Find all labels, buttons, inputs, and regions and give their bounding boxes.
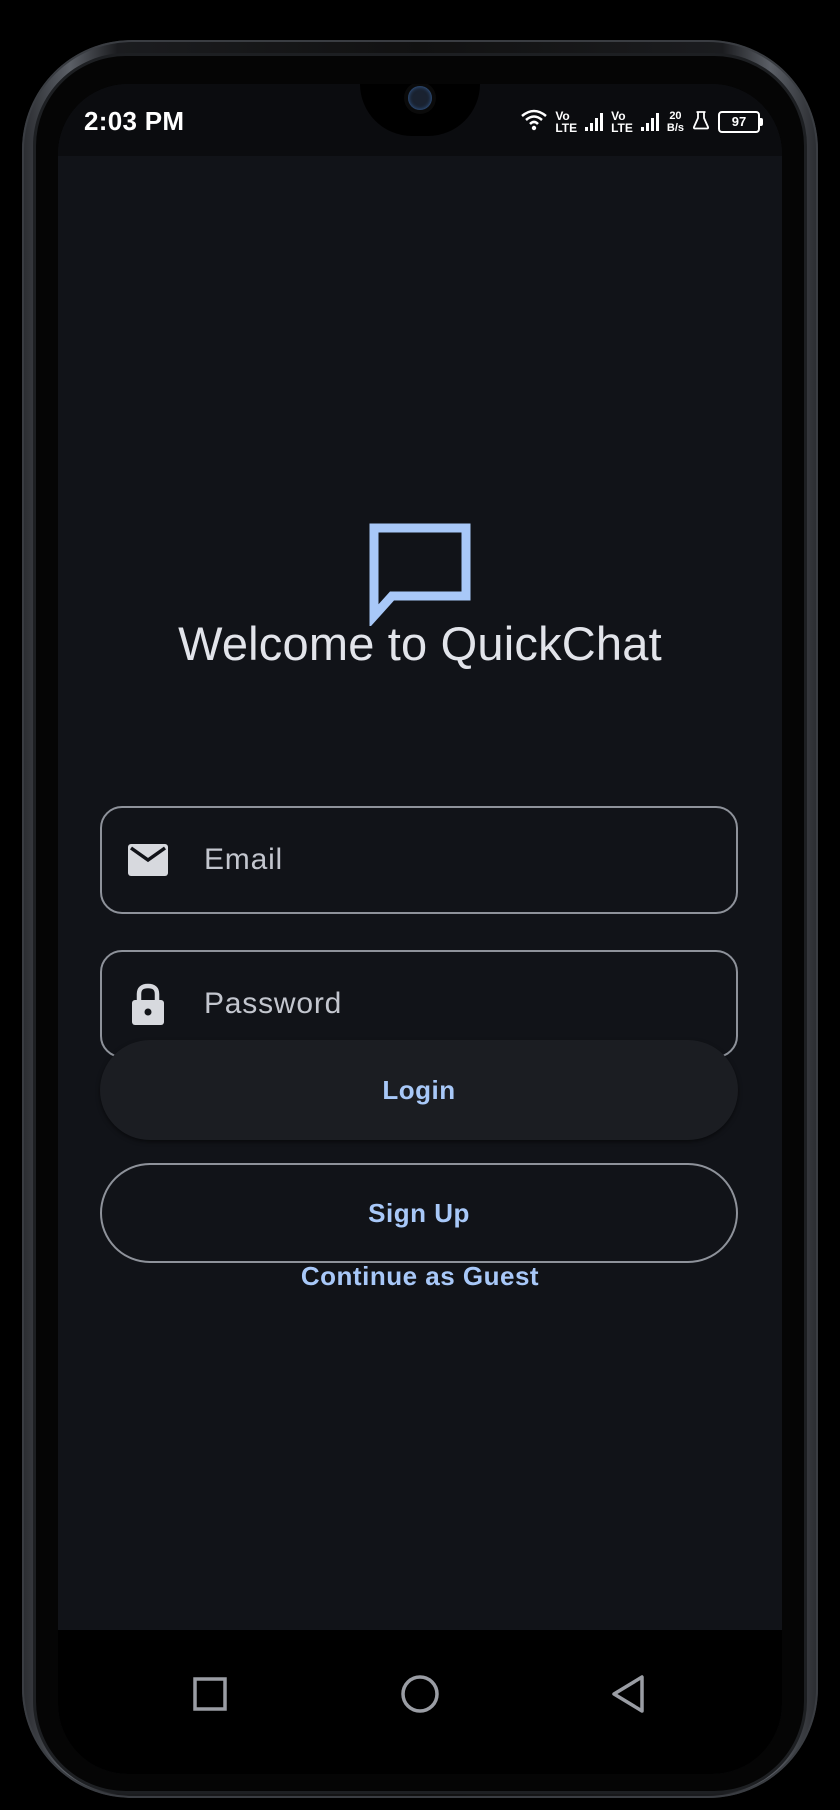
sim2-signal-icon [640,113,659,131]
back-triangle-icon [612,1675,644,1713]
network-speed: 20 B/s [666,110,684,134]
email-input[interactable] [202,842,686,878]
home-button[interactable] [396,1670,444,1718]
navigation-bar [58,1630,782,1774]
sim1-volte-label: Vo LTE [555,109,578,135]
welcome-title: Welcome to QuickChat [178,617,662,670]
status-time: 2:03 PM [84,106,185,136]
sim1-signal-icon [585,113,604,131]
circle-icon [401,1675,439,1713]
lock-icon [128,983,168,1025]
login-button[interactable]: Login [100,1040,738,1140]
square-icon [193,1677,227,1711]
flask-icon [692,110,710,135]
battery-icon: 97 [718,111,763,133]
back-button[interactable] [604,1670,652,1718]
camera-icon [408,86,432,110]
camera-notch [360,84,480,136]
status-bar: 2:03 PM Vo LTE Vo LTE 20 B/s 97 [58,84,782,156]
continue-as-guest-link[interactable]: Continue as Guest [58,1261,782,1292]
recent-apps-button[interactable] [186,1670,234,1718]
chat-bubble-icon [369,523,471,626]
password-input[interactable] [202,986,686,1022]
email-field[interactable] [100,806,738,914]
sim2-volte-label: Vo LTE [611,109,633,135]
login-screen: Welcome to QuickChat Login Sign Up [58,156,782,1630]
screen: 2:03 PM Vo LTE Vo LTE 20 B/s 97 Welcome … [58,84,782,1774]
signup-button[interactable]: Sign Up [100,1163,738,1263]
wifi-icon [521,109,548,136]
status-icons: Vo LTE Vo LTE 20 B/s 97 [521,106,763,138]
mail-icon [128,840,168,880]
